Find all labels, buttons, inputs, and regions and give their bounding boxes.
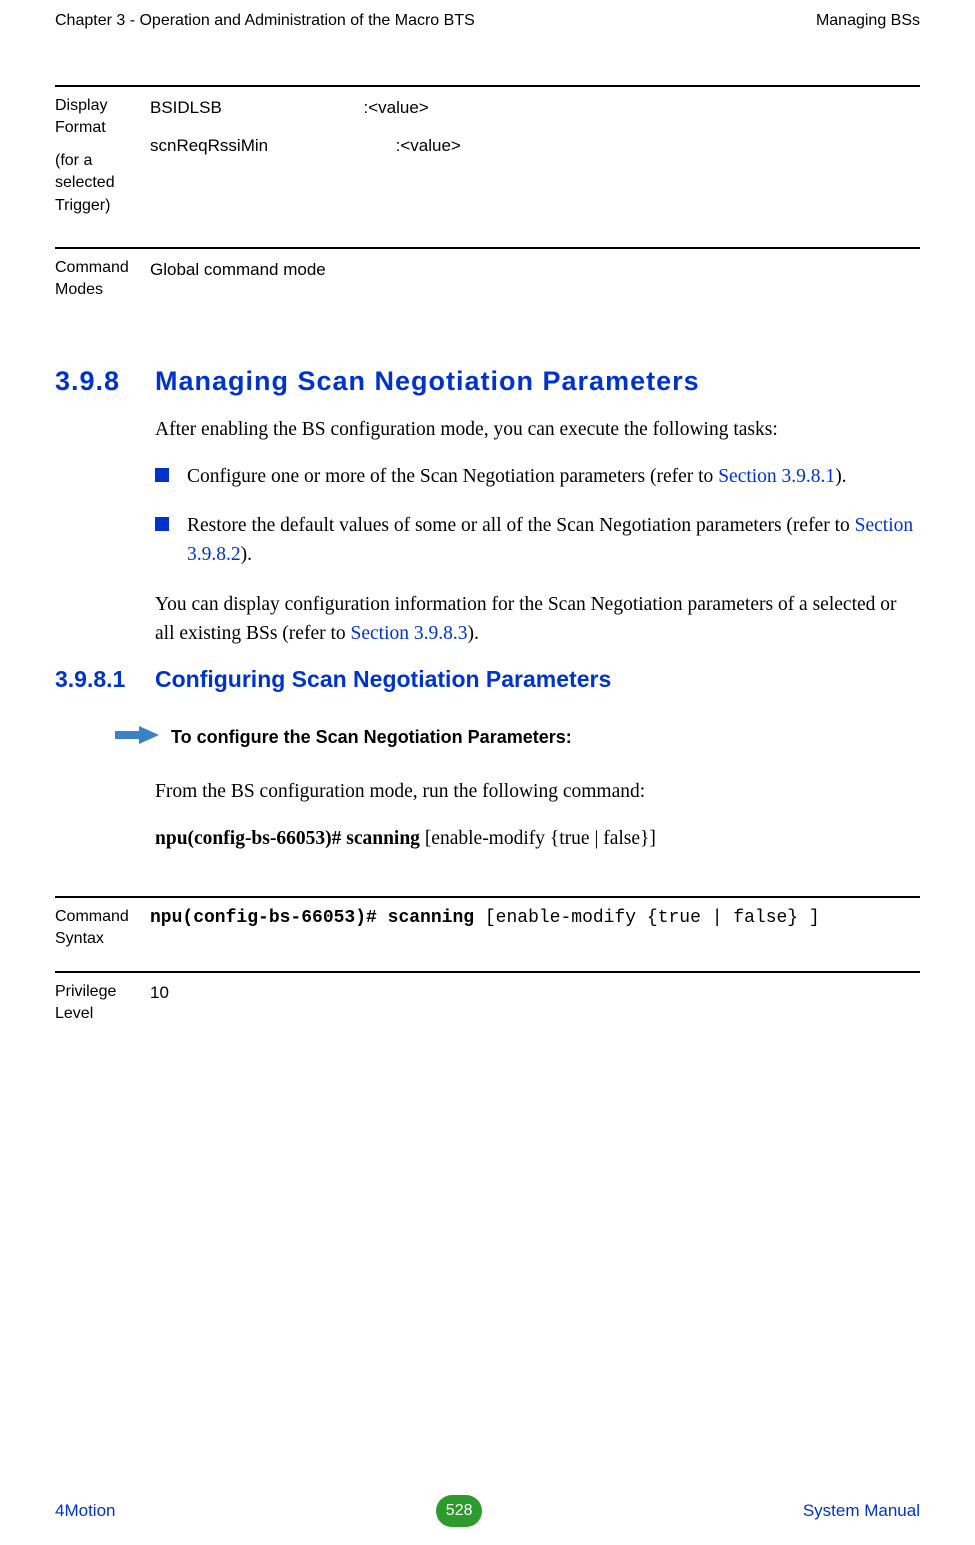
link-3983[interactable]: Section 3.9.8.3 xyxy=(351,623,468,644)
section-398-num: 3.9.8 xyxy=(55,366,155,397)
section-3981-title: Configuring Scan Negotiation Parameters xyxy=(155,666,611,693)
command-syntax-row: Command Syntax npu(config-bs-66053)# sca… xyxy=(55,898,920,971)
command-modes-right: Global command mode xyxy=(150,257,920,312)
bullet-1-post: ). xyxy=(835,466,846,487)
page: Chapter 3 - Operation and Administration… xyxy=(0,0,975,1545)
link-3981[interactable]: Section 3.9.8.1 xyxy=(718,466,835,487)
header-left: Chapter 3 - Operation and Administration… xyxy=(55,12,475,30)
display-format-block: Display Format (for a selected Trigger) … xyxy=(55,85,920,332)
bullet-1-text: Configure one or more of the Scan Negoti… xyxy=(187,462,920,491)
cm-label: Command Modes xyxy=(55,257,150,302)
bullet-2-text: Restore the default values of some or al… xyxy=(187,511,920,570)
header-right: Managing BSs xyxy=(816,12,920,30)
cs-bold: npu(config-bs-66053)# scanning xyxy=(150,908,485,928)
proc-body-2: npu(config-bs-66053)# scanning [enable-m… xyxy=(155,824,920,853)
square-bullet-icon xyxy=(155,468,169,482)
section-3981-heading: 3.9.8.1 Configuring Scan Negotiation Par… xyxy=(55,666,920,693)
footer-right[interactable]: System Manual xyxy=(803,1501,920,1521)
command-modes-row: Command Modes Global command mode xyxy=(55,249,920,332)
footer-left[interactable]: 4Motion xyxy=(55,1501,115,1521)
df-line-2: scnReqRssiMin :<value> xyxy=(150,133,920,159)
procedure-body: From the BS configuration mode, run the … xyxy=(155,777,920,854)
square-bullet-icon xyxy=(155,517,169,531)
bullet-2-pre: Restore the default values of some or al… xyxy=(187,515,855,536)
df-line-1: BSIDLSB :<value> xyxy=(150,95,920,121)
running-footer: 4Motion 528 System Manual xyxy=(0,1495,975,1527)
pl-value: 10 xyxy=(150,983,169,1002)
pl-label: Privilege Level xyxy=(55,981,150,1026)
outro-post: ). xyxy=(468,623,479,644)
display-format-right: BSIDLSB :<value> scnReqRssiMin :<value> xyxy=(150,95,920,227)
section-398-outro: You can display configuration informatio… xyxy=(155,590,920,649)
command-syntax-block: Command Syntax npu(config-bs-66053)# sca… xyxy=(55,896,920,1046)
arrow-icon xyxy=(115,723,159,752)
section-398-title: Managing Scan Negotiation Parameters xyxy=(155,366,700,397)
display-format-left: Display Format (for a selected Trigger) xyxy=(55,95,150,227)
section-3981-num: 3.9.8.1 xyxy=(55,666,155,693)
bullet-2: Restore the default values of some or al… xyxy=(155,511,920,570)
privilege-left: Privilege Level xyxy=(55,981,150,1026)
proc-cmd-rest: [enable-modify {true | false}] xyxy=(420,828,656,849)
cs-label: Command Syntax xyxy=(55,906,150,951)
proc-body-1: From the BS configuration mode, run the … xyxy=(155,777,920,806)
command-syntax-left: Command Syntax xyxy=(55,906,150,951)
proc-cmd-bold: npu(config-bs-66053)# scanning xyxy=(155,828,420,849)
bullet-1: Configure one or more of the Scan Negoti… xyxy=(155,462,920,491)
section-398-heading: 3.9.8 Managing Scan Negotiation Paramete… xyxy=(55,366,920,397)
bullet-1-pre: Configure one or more of the Scan Negoti… xyxy=(187,466,718,487)
command-syntax-right: npu(config-bs-66053)# scanning [enable-m… xyxy=(150,906,920,951)
procedure-title: To configure the Scan Negotiation Parame… xyxy=(171,727,572,748)
left-label-2: (for a selected Trigger) xyxy=(55,150,150,217)
procedure-heading: To configure the Scan Negotiation Parame… xyxy=(115,723,920,752)
section-398-intro: After enabling the BS configuration mode… xyxy=(155,415,920,444)
bullet-2-post: ). xyxy=(241,544,252,565)
cs-rest: [enable-modify {true | false} ] xyxy=(485,908,820,928)
running-header: Chapter 3 - Operation and Administration… xyxy=(55,0,920,30)
section-398-body: After enabling the BS configuration mode… xyxy=(155,415,920,649)
outro-pre: You can display configuration informatio… xyxy=(155,594,897,644)
page-number-badge: 528 xyxy=(436,1495,482,1527)
command-modes-left: Command Modes xyxy=(55,257,150,312)
privilege-level-row: Privilege Level 10 xyxy=(55,973,920,1046)
display-format-row: Display Format (for a selected Trigger) … xyxy=(55,87,920,247)
cm-value: Global command mode xyxy=(150,257,920,283)
privilege-right: 10 xyxy=(150,981,920,1026)
left-label-1: Display Format xyxy=(55,95,150,140)
